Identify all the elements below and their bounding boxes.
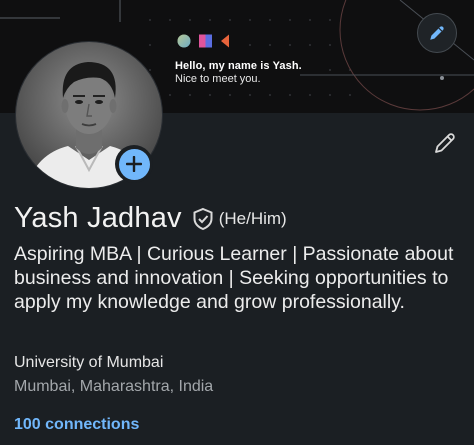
add-photo-circle xyxy=(118,148,150,180)
profile-card: Hello, my name is Yash. Nice to meet you… xyxy=(0,0,474,445)
pencil-icon xyxy=(430,26,444,40)
profile-headline: Aspiring MBA | Curious Learner | Passion… xyxy=(14,243,454,313)
education[interactable]: University of Mumbai xyxy=(14,354,163,372)
banner-shapes-icon xyxy=(177,34,229,48)
plus-icon xyxy=(126,156,142,172)
connections-link[interactable]: 100 connections xyxy=(14,416,139,434)
shield-check-icon xyxy=(193,207,213,230)
edit-intro-button[interactable] xyxy=(430,128,460,158)
pencil-icon xyxy=(435,133,455,153)
name-row: Yash Jadhav (He/Him) xyxy=(14,202,287,235)
verified-badge[interactable] xyxy=(192,207,214,231)
profile-name: Yash Jadhav xyxy=(14,202,182,234)
pronouns: (He/Him) xyxy=(218,208,287,228)
banner-subline: Nice to meet you. xyxy=(175,73,261,85)
add-photo-button[interactable] xyxy=(115,145,153,183)
location: Mumbai, Maharashtra, India xyxy=(14,378,214,395)
banner-greeting: Hello, my name is Yash. Nice to meet you… xyxy=(175,60,302,86)
banner-headline: Hello, my name is Yash. xyxy=(175,60,302,72)
edit-banner-button[interactable] xyxy=(417,13,457,53)
